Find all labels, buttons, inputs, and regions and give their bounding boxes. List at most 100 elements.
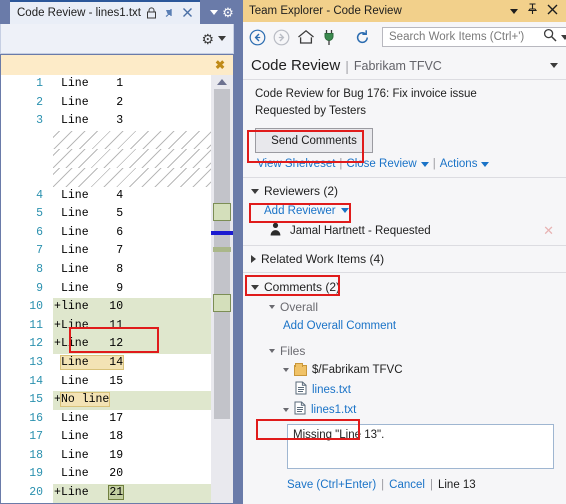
chevron-down-icon[interactable]	[510, 8, 518, 14]
related-work-items-section-header[interactable]: Related Work Items (4)	[243, 249, 566, 269]
line-number: 5	[36, 207, 43, 221]
diff-row[interactable]: 4 Line 4	[1, 187, 233, 206]
chevron-down-icon[interactable]	[481, 161, 490, 167]
chevron-down-icon[interactable]	[561, 34, 566, 40]
chevron-down-icon[interactable]	[210, 9, 219, 15]
close-review-link[interactable]: Close Review	[346, 158, 416, 170]
editor-toolbar: ⚙	[0, 24, 234, 54]
chevron-down-icon[interactable]	[283, 368, 289, 372]
close-icon[interactable]	[547, 2, 558, 20]
chevron-down-icon[interactable]	[420, 161, 429, 167]
reviewer-row[interactable]: Jamal Hartnett - Requested ✕	[243, 220, 566, 242]
chevron-right-icon[interactable]	[251, 255, 256, 263]
add-reviewer-link[interactable]: Add Reviewer	[243, 201, 566, 220]
code-text: Line 18	[61, 430, 124, 444]
remove-x-icon[interactable]: ✕	[543, 223, 566, 239]
search-input[interactable]	[389, 31, 543, 43]
chevron-down-icon[interactable]	[218, 36, 226, 41]
scrollbar-thumb[interactable]	[214, 89, 230, 419]
chevron-down-icon[interactable]	[550, 63, 558, 68]
team-explorer-page-header: Code Review | Fabrikam TFVC	[243, 52, 566, 80]
editor-vertical-scrollbar[interactable]	[211, 75, 233, 503]
comment-anchor-highlight[interactable]: No line	[59, 392, 111, 408]
diff-row[interactable]: 11 + Line 11	[1, 316, 233, 336]
pin-icon[interactable]	[164, 7, 177, 20]
diff-row[interactable]: 15 + No line	[1, 391, 233, 410]
editor-window: Code Review - lines1.txt ⚙ ⚙ ✖ 1 Line 1 …	[0, 0, 240, 504]
close-icon[interactable]	[182, 7, 195, 20]
code-text: Line 1	[61, 77, 124, 90]
diff-row[interactable]: 19 Line 20	[1, 465, 233, 484]
folder-row[interactable]: $/Fabrikam TFVC	[243, 360, 566, 380]
search-box[interactable]	[382, 27, 566, 47]
chevron-down-icon[interactable]	[269, 304, 275, 309]
view-shelveset-link[interactable]: View Shelveset	[257, 158, 335, 170]
diff-row[interactable]: 9 Line 9	[1, 280, 233, 299]
line-number: 16	[29, 411, 43, 425]
hatch-fill	[53, 149, 211, 168]
diff-collapsed-region-row[interactable]	[1, 130, 233, 150]
actions-link[interactable]: Actions	[440, 158, 478, 170]
diff-row[interactable]: 12 + Line 12	[1, 335, 233, 354]
editor-info-bar: ✖	[1, 55, 233, 75]
chevron-down-icon[interactable]	[251, 188, 259, 194]
diff-code-area[interactable]: 1 Line 1 2 Line 2 3 Line 3 4 Line 4 5 Line 5 6 Line…	[1, 75, 233, 503]
diff-rows: 1 Line 1 2 Line 2 3 Line 3 4 Line 4 5 Line 5 6 Line…	[1, 75, 233, 503]
diff-row[interactable]: 7 Line 7	[1, 242, 233, 261]
document-tab-code-review[interactable]: Code Review - lines1.txt	[10, 0, 200, 24]
plug-connect-icon[interactable]	[322, 28, 336, 47]
home-icon[interactable]	[297, 28, 315, 47]
chevron-down-icon[interactable]	[340, 208, 349, 213]
comment-editor: Save (Ctrl+Enter) | Cancel | Line 13	[243, 424, 566, 491]
code-text: Line 7	[61, 244, 124, 258]
reviewers-section-header[interactable]: Reviewers (2)	[243, 181, 566, 201]
file-row-lines-txt[interactable]: lines.txt	[243, 380, 566, 400]
refresh-icon[interactable]	[354, 28, 371, 47]
send-comments-button[interactable]: Send Comments	[255, 128, 373, 153]
diff-row[interactable]: 1 Line 1	[1, 75, 233, 94]
diff-row[interactable]: 2 Line 2	[1, 94, 233, 113]
save-comment-link[interactable]: Save (Ctrl+Enter)	[287, 479, 376, 491]
overview-marker-current	[211, 231, 233, 235]
close-icon[interactable]: ✖	[215, 59, 225, 71]
diff-row[interactable]: 13 Line 14	[1, 354, 233, 373]
diff-collapsed-region-row[interactable]	[1, 167, 233, 187]
link-separator: |	[339, 158, 343, 170]
file-row-lines1-txt[interactable]: lines1.txt	[243, 400, 566, 420]
code-text: No line	[59, 391, 111, 410]
comments-files-group[interactable]: Files	[243, 341, 566, 360]
chevron-down-icon[interactable]	[251, 284, 259, 290]
pin-icon[interactable]	[527, 2, 538, 20]
comment-textarea[interactable]	[287, 424, 554, 469]
diff-row[interactable]: 17 Line 18	[1, 428, 233, 447]
comments-overall-group[interactable]: Overall	[243, 297, 566, 316]
diff-row[interactable]: 5 Line 5	[1, 205, 233, 224]
code-text: Line 9	[61, 281, 124, 295]
diff-row[interactable]: 18 Line 19	[1, 447, 233, 466]
chevron-down-icon[interactable]	[283, 408, 289, 412]
diff-row[interactable]: 10 + line 10	[1, 298, 233, 317]
diff-collapsed-region-row[interactable]	[1, 149, 233, 168]
cancel-comment-link[interactable]: Cancel	[389, 479, 425, 491]
comments-section-header[interactable]: Comments (2)	[243, 277, 566, 297]
diff-row[interactable]: 20 + Line 21	[1, 484, 233, 503]
add-overall-comment-label: Add Overall Comment	[283, 319, 397, 332]
comment-location-label: Line 13	[437, 479, 476, 491]
review-action-links: View Shelveset | Close Review | Actions	[243, 158, 566, 170]
overall-label: Overall	[280, 299, 319, 314]
add-overall-comment-link[interactable]: Add Overall Comment	[243, 316, 566, 335]
chevron-down-icon[interactable]	[269, 348, 275, 353]
diff-row[interactable]: 16 Line 17	[1, 410, 233, 429]
team-explorer-title: Team Explorer - Code Review	[249, 5, 402, 17]
diff-row[interactable]: 14 Line 15	[1, 373, 233, 392]
back-arrow-icon[interactable]	[249, 28, 266, 47]
diff-row[interactable]: 8 Line 8	[1, 261, 233, 280]
diff-row[interactable]: 6 Line 6	[1, 224, 233, 243]
scroll-up-arrow[interactable]	[217, 79, 227, 85]
related-work-items-label: Related Work Items (4)	[261, 252, 385, 266]
gear-icon[interactable]: ⚙	[201, 32, 214, 46]
comment-anchor-highlight[interactable]: Line 14	[59, 354, 125, 370]
search-icon[interactable]	[543, 28, 557, 47]
gear-icon[interactable]: ⚙	[222, 6, 234, 19]
diff-row[interactable]: 3 Line 3	[1, 112, 233, 131]
